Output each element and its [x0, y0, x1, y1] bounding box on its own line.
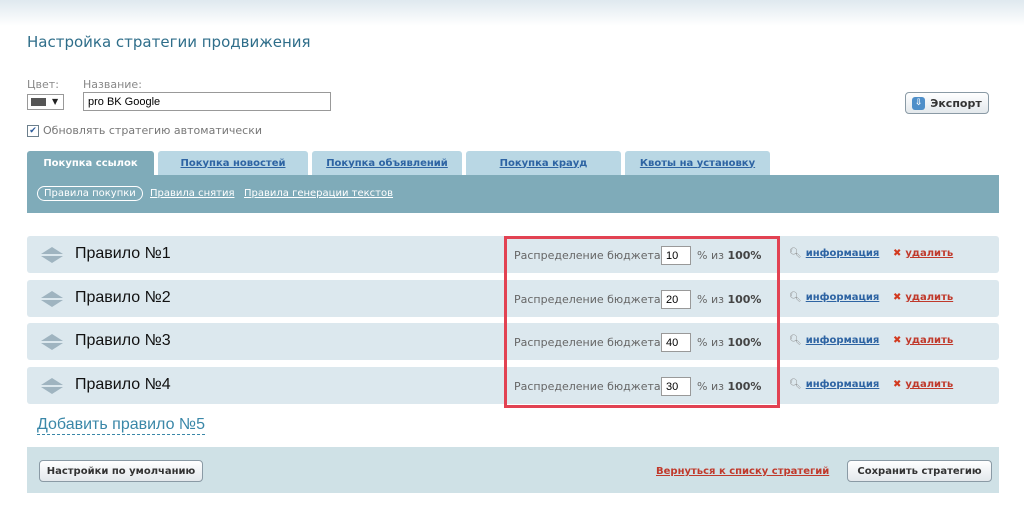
info-label: информация — [805, 335, 880, 346]
tab-buy-news[interactable]: Покупка новостей — [158, 151, 308, 175]
color-label: Цвет: — [27, 78, 59, 91]
delete-link[interactable]: ✖ удалить — [893, 248, 953, 259]
magnifier-icon: 🔍︎ — [789, 335, 802, 346]
info-link[interactable]: 🔍︎ информация — [789, 248, 879, 259]
info-link[interactable]: 🔍︎ информация — [789, 292, 879, 303]
rule-title: Правило №3 — [75, 332, 171, 349]
delete-link[interactable]: ✖ удалить — [893, 379, 953, 390]
info-label: информация — [805, 292, 880, 303]
export-icon: ⇩ — [912, 96, 926, 110]
color-select[interactable]: ▼ — [27, 94, 64, 110]
tab-buy-links[interactable]: Покупка ссылок — [27, 151, 154, 175]
delete-label: удалить — [905, 292, 954, 303]
delete-x-icon: ✖ — [893, 335, 902, 346]
subtab-text-generation-rules[interactable]: Правила генерации текстов — [244, 188, 393, 199]
info-label: информация — [805, 248, 880, 259]
export-button[interactable]: ⇩ Экспорт — [905, 92, 989, 114]
magnifier-icon: 🔍︎ — [789, 292, 802, 303]
panel-top-shade — [0, 0, 1024, 26]
delete-x-icon: ✖ — [893, 379, 902, 390]
checkbox-checked-icon: ✔ — [27, 124, 39, 137]
magnifier-icon: 🔍︎ — [789, 379, 802, 390]
delete-x-icon: ✖ — [893, 248, 902, 259]
name-label: Название: — [83, 78, 142, 91]
drag-handle-icon[interactable] — [41, 378, 63, 394]
delete-x-icon: ✖ — [893, 292, 902, 303]
delete-link[interactable]: ✖ удалить — [893, 335, 953, 346]
info-link[interactable]: 🔍︎ информация — [789, 379, 879, 390]
budget-highlight-box — [504, 236, 780, 408]
auto-update-checkbox[interactable]: ✔ Обновлять стратегию автоматически — [27, 124, 262, 137]
delete-link[interactable]: ✖ удалить — [893, 292, 953, 303]
rule-title: Правило №2 — [75, 289, 171, 306]
subtab-removal-rules[interactable]: Правила снятия — [150, 188, 234, 199]
info-label: информация — [805, 379, 880, 390]
rule-title: Правило №4 — [75, 376, 171, 393]
tab-buy-crowd[interactable]: Покупка крауд — [466, 151, 621, 175]
color-swatch — [31, 98, 46, 106]
back-to-strategies-link[interactable]: Вернуться к списку стратегий — [656, 466, 829, 477]
subtab-buy-rules[interactable]: Правила покупки — [37, 186, 143, 201]
page-title: Настройка стратегии продвижения — [27, 33, 311, 51]
delete-label: удалить — [905, 335, 954, 346]
default-settings-button[interactable]: Настройки по умолчанию — [39, 460, 203, 482]
chevron-down-icon: ▼ — [52, 97, 59, 106]
strategy-name-input[interactable] — [83, 92, 331, 111]
tab-buy-ads[interactable]: Покупка объявлений — [312, 151, 462, 175]
tab-install-quotas[interactable]: Квоты на установку — [625, 151, 770, 175]
auto-update-label: Обновлять стратегию автоматически — [43, 124, 262, 137]
save-strategy-button[interactable]: Сохранить стратегию — [847, 460, 992, 482]
rule-title: Правило №1 — [75, 245, 171, 262]
drag-handle-icon[interactable] — [41, 334, 63, 350]
delete-label: удалить — [905, 379, 954, 390]
add-rule-link[interactable]: Добавить правило №5 — [37, 415, 205, 435]
drag-handle-icon[interactable] — [41, 247, 63, 263]
drag-handle-icon[interactable] — [41, 291, 63, 307]
magnifier-icon: 🔍︎ — [789, 248, 802, 259]
info-link[interactable]: 🔍︎ информация — [789, 335, 879, 346]
delete-label: удалить — [905, 248, 954, 259]
export-label: Экспорт — [930, 96, 982, 110]
